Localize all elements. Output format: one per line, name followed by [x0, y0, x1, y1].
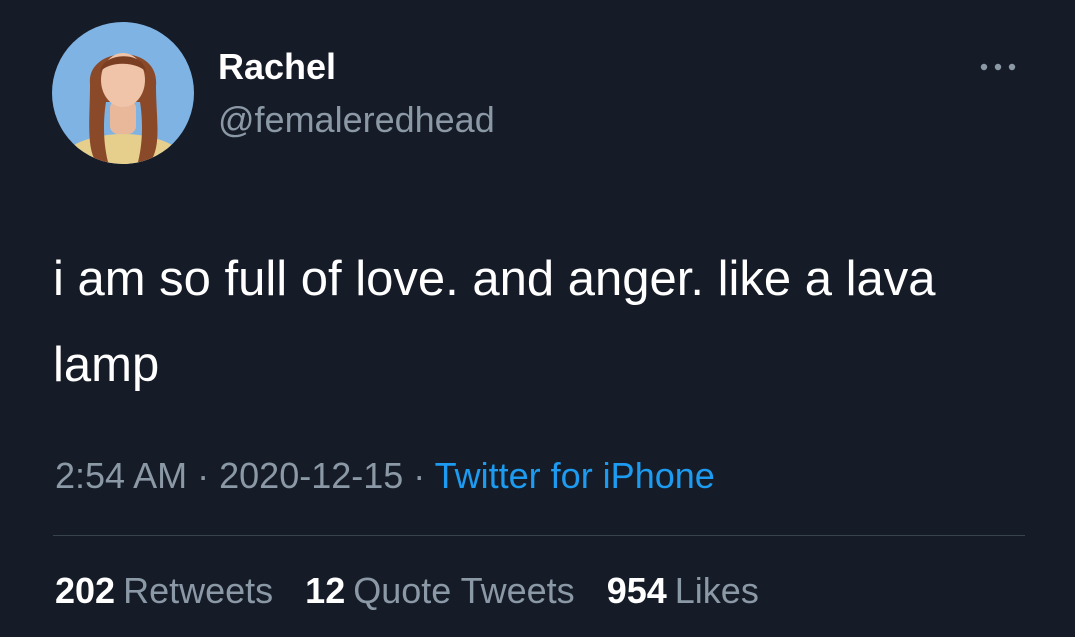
- retweets-stat[interactable]: 202 Retweets: [55, 567, 273, 615]
- avatar[interactable]: [52, 22, 194, 164]
- tweet-metadata: 2:54 AM · 2020-12-15 · Twitter for iPhon…: [55, 452, 715, 500]
- profile-photo-icon: [52, 22, 194, 164]
- tweet-text: i am so full of love. and anger. like a …: [53, 252, 936, 392]
- retweets-count: 202: [55, 570, 116, 611]
- likes-stat[interactable]: 954 Likes: [607, 567, 759, 615]
- tweet-time[interactable]: 2:54 AM: [55, 455, 187, 496]
- tweet-date[interactable]: 2020-12-15: [219, 455, 403, 496]
- likes-count: 954: [606, 570, 667, 611]
- quote-tweets-label: Quote Tweets: [353, 570, 575, 611]
- likes-label: Likes: [674, 570, 759, 611]
- meta-separator: ·: [413, 455, 426, 496]
- quote-tweets-count: 12: [305, 570, 346, 611]
- user-handle[interactable]: @femaleredhead: [218, 97, 495, 143]
- divider: [53, 535, 1025, 536]
- retweets-label: Retweets: [123, 570, 274, 611]
- more-options-button[interactable]: [972, 50, 1024, 84]
- meta-separator: ·: [197, 455, 210, 496]
- display-name[interactable]: Rachel: [218, 44, 336, 90]
- engagement-stats: 202 Retweets 12 Quote Tweets 954 Likes: [55, 567, 781, 615]
- quote-tweets-stat[interactable]: 12 Quote Tweets: [305, 567, 575, 615]
- tweet-card: Rachel @femaleredhead i am so full of lo…: [0, 0, 1075, 637]
- tweet-source-link[interactable]: Twitter for iPhone: [435, 455, 715, 496]
- more-horizontal-icon: [980, 63, 1016, 71]
